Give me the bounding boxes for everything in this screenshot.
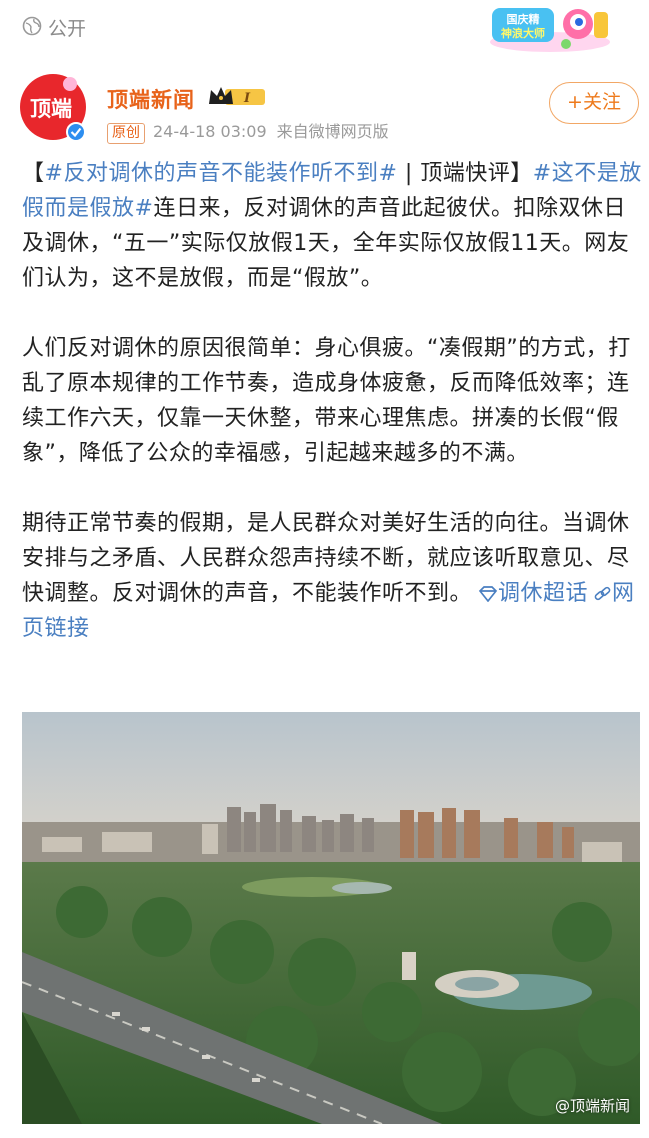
user-name[interactable]: 顶端新闻 [107, 84, 195, 114]
paragraph-2: 人们反对调休的原因很简单：身心俱疲。“凑假期”的方式，打乱了原本规律的工作节奏，… [22, 336, 631, 466]
post-header: 顶端 顶端新闻 I 原创 24-4-18 03:09 来自微博网页版 +关注 [0, 62, 649, 152]
supertopic-icon [478, 586, 498, 603]
supertopic-label: 调休超话 [498, 581, 589, 606]
post-meta: 原创 24-4-18 03:09 来自微博网页版 [107, 118, 389, 144]
post-source: 来自微博网页版 [276, 122, 389, 141]
original-tag: 原创 [107, 123, 145, 144]
vip-crown-badge: I [209, 87, 265, 106]
avatar[interactable]: 顶端 [18, 72, 88, 142]
svg-text:国庆精: 国庆精 [507, 12, 540, 26]
paragraph-1: 【#反对调休的声音不能装作听不到# | 顶端快评】#这不是放假而是假放#连日来，… [22, 156, 642, 296]
follow-button[interactable]: +关注 [549, 82, 639, 124]
vip-level: I [243, 91, 251, 106]
top-bar: 公开 国庆精 神浪大师 [0, 0, 649, 52]
post-time: 24-4-18 03:09 [153, 122, 267, 141]
globe-icon [22, 16, 42, 36]
visibility-label: 公开 [48, 18, 87, 40]
national-day-promo-banner[interactable]: 国庆精 神浪大师 [486, 2, 616, 54]
bracket-open: 【 [22, 161, 45, 186]
verified-icon [66, 122, 86, 142]
post-body: 【#反对调休的声音不能装作听不到# | 顶端快评】#这不是放假而是假放#连日来，… [22, 156, 642, 681]
post-image[interactable]: @顶端新闻 [22, 712, 640, 1124]
column-name: | 顶端快评】 [397, 161, 533, 186]
city-park-aerial-photo [22, 712, 640, 1124]
link-icon [594, 586, 611, 601]
topic-link-oppose-adjusted-holiday[interactable]: #反对调休的声音不能装作听不到# [45, 161, 398, 186]
supertopic-link[interactable]: 调休超话 [478, 581, 588, 606]
svg-text:神浪大师: 神浪大师 [501, 26, 545, 40]
svg-text:顶端: 顶端 [30, 97, 72, 121]
paragraph-3: 期待正常节奏的假期，是人民群众对美好生活的向往。当调休安排与之矛盾、人民群众怨声… [22, 506, 642, 646]
image-watermark: @顶端新闻 [554, 1097, 630, 1115]
